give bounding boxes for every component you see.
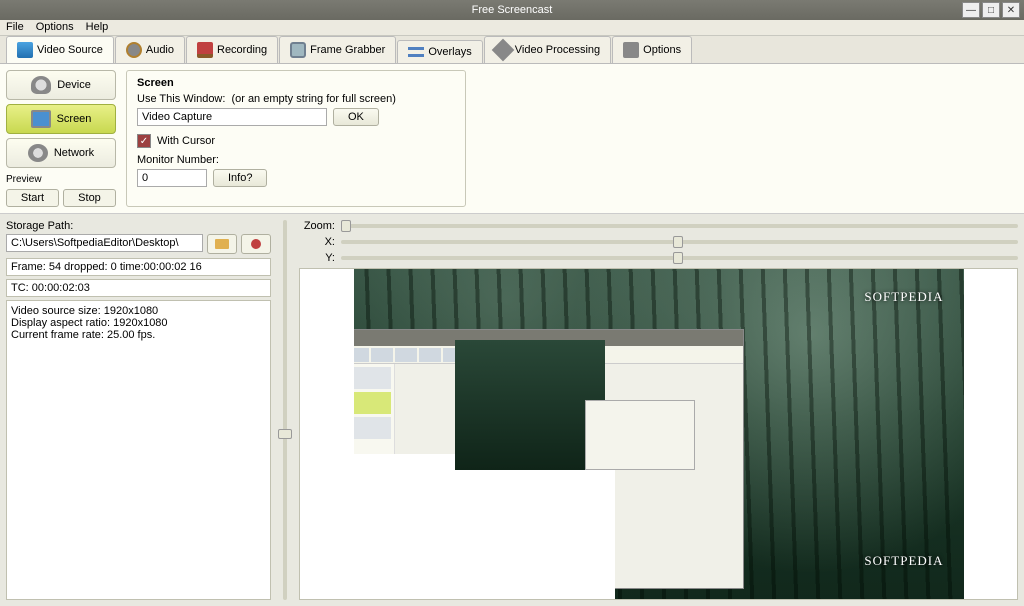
tab-overlays[interactable]: Overlays xyxy=(397,40,482,63)
screen-button[interactable]: Screen xyxy=(6,104,116,134)
ok-button[interactable]: OK xyxy=(333,108,379,126)
menu-options[interactable]: Options xyxy=(36,21,74,33)
screen-settings: Screen Use This Window: (or an empty str… xyxy=(126,70,466,207)
vslider-thumb[interactable] xyxy=(278,429,292,439)
zoom-thumb[interactable] xyxy=(341,220,351,232)
webcam-icon xyxy=(31,76,51,94)
overlays-icon xyxy=(408,47,424,57)
info-button[interactable]: Info? xyxy=(213,169,267,187)
folder-icon xyxy=(215,239,229,249)
zoom-slider[interactable] xyxy=(341,224,1018,228)
with-cursor-checkbox[interactable]: ✓ xyxy=(137,134,151,148)
y-slider[interactable] xyxy=(341,256,1018,260)
video-icon xyxy=(17,42,33,58)
maximize-button[interactable]: □ xyxy=(982,2,1000,18)
menubar: File Options Help xyxy=(0,20,1024,36)
stop-button[interactable]: Stop xyxy=(63,189,116,207)
nested-window-1 xyxy=(354,329,744,589)
x-slider[interactable] xyxy=(341,240,1018,244)
with-cursor-label: With Cursor xyxy=(157,135,215,147)
y-label: Y: xyxy=(299,252,335,264)
screen-title: Screen xyxy=(137,77,455,89)
frame-grabber-icon xyxy=(290,42,306,58)
menu-file[interactable]: File xyxy=(6,21,24,33)
preview-area: SOFTPEDIA SOFTPEDIA xyxy=(299,268,1018,600)
storage-path-input[interactable] xyxy=(6,234,203,252)
use-window-label: Use This Window: xyxy=(137,93,225,105)
tab-recording[interactable]: Recording xyxy=(186,36,278,63)
tab-audio[interactable]: Audio xyxy=(115,36,185,63)
frame-status: Frame: 54 dropped: 0 time:00:00:02 16 xyxy=(6,258,271,276)
titlebar: Free Screencast — □ ✕ xyxy=(0,0,1024,20)
processing-icon xyxy=(491,39,514,62)
recording-icon xyxy=(197,42,213,58)
info-source-size: Video source size: 1920x1080 xyxy=(11,305,266,317)
options-icon xyxy=(623,42,639,58)
monitor-label: Monitor Number: xyxy=(137,154,219,166)
start-button[interactable]: Start xyxy=(6,189,59,207)
vertical-slider[interactable] xyxy=(275,220,295,600)
tc-status: TC: 00:00:02:03 xyxy=(6,279,271,297)
lower-panel: Storage Path: Frame: 54 dropped: 0 time:… xyxy=(0,214,1024,606)
right-column: Zoom: X: Y: SOFTPEDIA SOFTPEDIA xyxy=(299,220,1018,600)
y-thumb[interactable] xyxy=(673,252,683,264)
window-title: Free Screencast xyxy=(472,4,553,16)
minimize-button[interactable]: — xyxy=(962,2,980,18)
x-label: X: xyxy=(299,236,335,248)
tabbar: Video Source Audio Recording Frame Grabb… xyxy=(0,36,1024,64)
tab-video-processing[interactable]: Video Processing xyxy=(484,36,611,63)
tab-options[interactable]: Options xyxy=(612,36,692,63)
info-fps: Current frame rate: 25.00 fps. xyxy=(11,329,266,341)
watermark-top: SOFTPEDIA xyxy=(864,289,943,305)
source-panel: Device Screen Network Preview Start Stop… xyxy=(0,64,1024,214)
source-buttons: Device Screen Network Preview Start Stop xyxy=(6,70,116,207)
device-button[interactable]: Device xyxy=(6,70,116,100)
preview-label: Preview xyxy=(6,174,116,185)
tab-video-source[interactable]: Video Source xyxy=(6,36,114,63)
info-aspect: Display aspect ratio: 1920x1080 xyxy=(11,317,266,329)
nested-window-2 xyxy=(354,454,615,599)
zoom-label: Zoom: xyxy=(299,220,335,232)
info-box: Video source size: 1920x1080 Display asp… xyxy=(6,300,271,600)
tab-frame-grabber[interactable]: Frame Grabber xyxy=(279,36,396,63)
use-window-hint: (or an empty string for full screen) xyxy=(231,93,395,105)
record-icon xyxy=(251,239,261,249)
storage-label: Storage Path: xyxy=(6,220,271,232)
monitor-input[interactable] xyxy=(137,169,207,187)
nested-window-3 xyxy=(585,400,695,470)
menu-help[interactable]: Help xyxy=(86,21,109,33)
network-icon xyxy=(28,144,48,162)
preview-image: SOFTPEDIA SOFTPEDIA xyxy=(354,269,964,599)
left-column: Storage Path: Frame: 54 dropped: 0 time:… xyxy=(6,220,271,600)
watermark-bottom: SOFTPEDIA xyxy=(864,553,943,569)
browse-button[interactable] xyxy=(207,234,237,254)
audio-icon xyxy=(126,42,142,58)
close-button[interactable]: ✕ xyxy=(1002,2,1020,18)
x-thumb[interactable] xyxy=(673,236,683,248)
network-button[interactable]: Network xyxy=(6,138,116,168)
record-button[interactable] xyxy=(241,234,271,254)
monitor-icon xyxy=(31,110,51,128)
use-window-input[interactable] xyxy=(137,108,327,126)
